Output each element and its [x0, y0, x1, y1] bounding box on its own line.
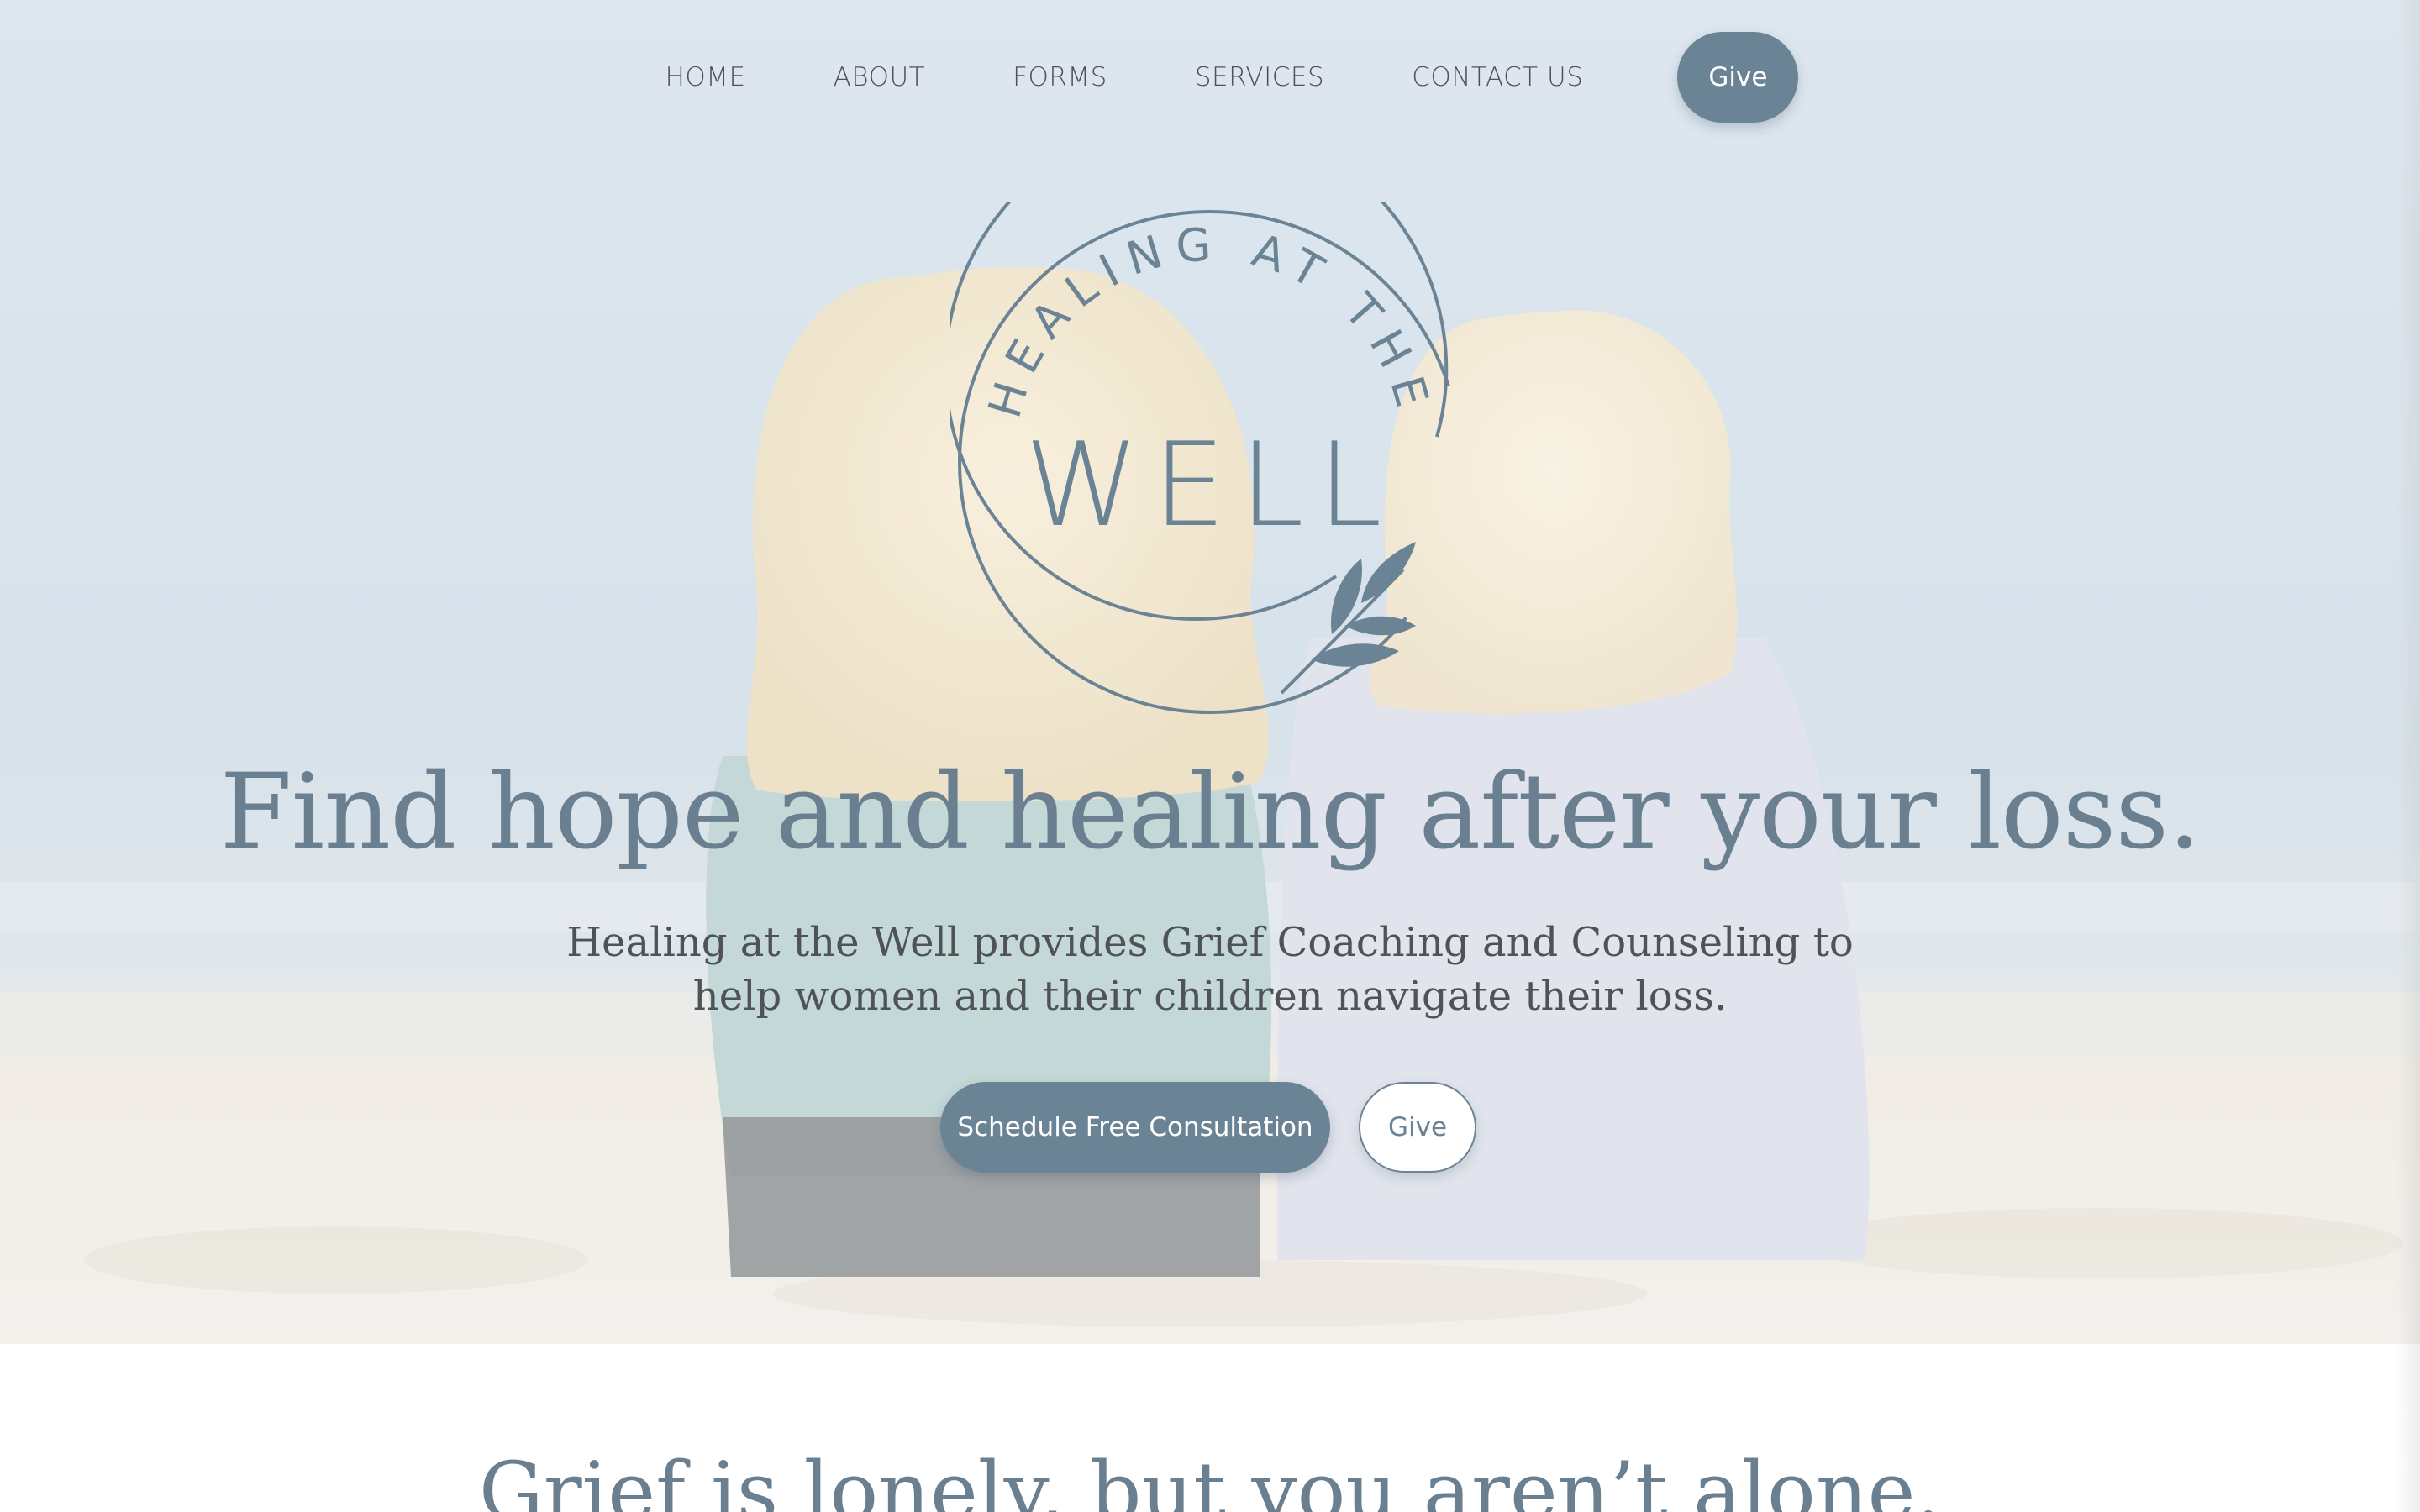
- main-nav: HOME ABOUT FORMS SERVICES CONTACT US Giv…: [0, 32, 2420, 123]
- intro-heading: Grief is lonely, but you aren’t alone.: [479, 1445, 1941, 1512]
- nav-about[interactable]: ABOUT: [834, 62, 926, 92]
- nav-forms[interactable]: FORMS: [1013, 62, 1107, 92]
- hero-headline: Find hope and healing after your loss.: [219, 752, 2202, 873]
- healing-at-the-well-logo[interactable]: HEALING AT THE WELL: [950, 202, 1470, 722]
- hero-subhead: Healing at the Well provides Grief Coach…: [566, 919, 1854, 1020]
- intro-section: Grief is lonely, but you aren’t alone.: [0, 1344, 2420, 1512]
- give-button[interactable]: Give: [1359, 1082, 1476, 1173]
- page: HOME ABOUT FORMS SERVICES CONTACT US Giv…: [0, 0, 2420, 1512]
- nav-services[interactable]: SERVICES: [1195, 62, 1324, 92]
- hero-section: HOME ABOUT FORMS SERVICES CONTACT US Giv…: [0, 0, 2420, 1344]
- nav-contact-us[interactable]: CONTACT US: [1412, 62, 1583, 92]
- logo-main-text: WELL: [1024, 417, 1395, 553]
- scrollbar[interactable]: [2396, 0, 2420, 1512]
- logo-arc-text: HEALING AT THE: [978, 218, 1442, 423]
- schedule-consultation-button[interactable]: Schedule Free Consultation: [940, 1082, 1330, 1173]
- nav-home[interactable]: HOME: [666, 62, 746, 92]
- nav-give-button[interactable]: Give: [1677, 32, 1799, 123]
- hero-cta-row: Schedule Free Consultation Give: [0, 1082, 2420, 1173]
